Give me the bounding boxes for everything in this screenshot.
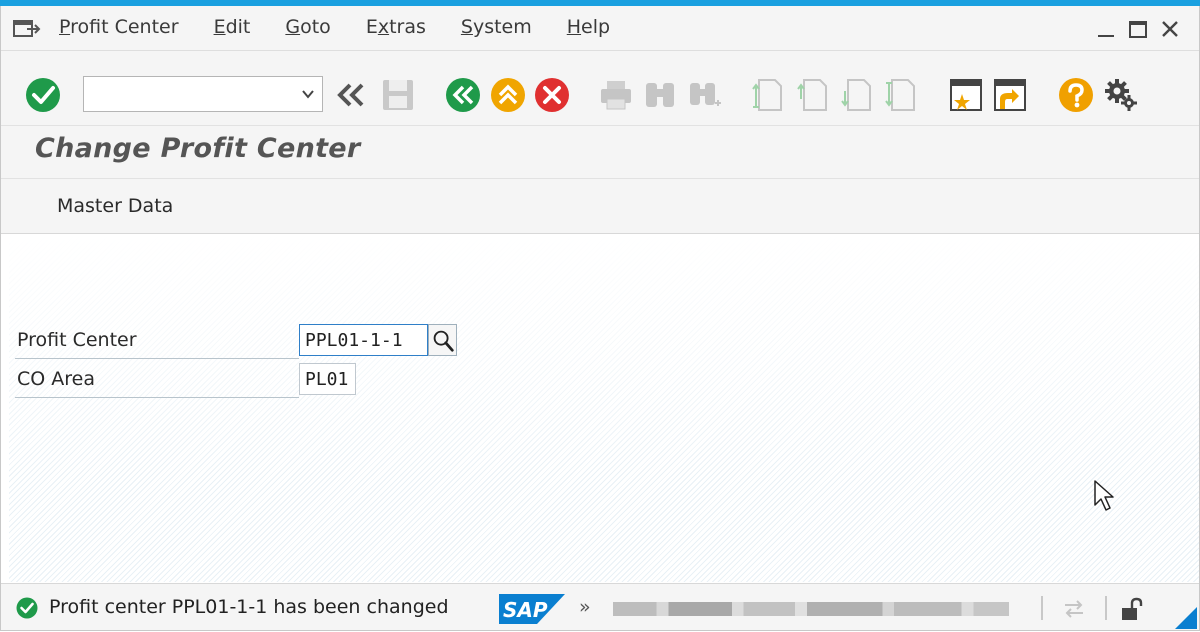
chevron-down-icon[interactable] xyxy=(300,86,316,102)
status-bar: Profit center PPL01-1-1 has been changed… xyxy=(1,583,1199,631)
menu-extras[interactable]: Extras xyxy=(366,16,426,38)
minimize-icon[interactable] xyxy=(1095,18,1117,40)
enter-check-icon[interactable] xyxy=(25,77,61,113)
menu-items: Profit Center Edit Goto Extras System He… xyxy=(59,16,645,38)
last-page-icon xyxy=(885,79,915,111)
menu-profit-center[interactable]: Profit Center xyxy=(59,16,179,38)
maximize-icon[interactable] xyxy=(1127,18,1149,40)
co-area-row: CO Area xyxy=(15,363,299,398)
menu-bar: Profit Center Edit Goto Extras System He… xyxy=(1,6,1199,51)
close-icon[interactable] xyxy=(1159,18,1181,40)
co-area-input[interactable] xyxy=(299,363,356,395)
content-area: Profit Center CO Area xyxy=(9,234,1199,582)
content-background-fade xyxy=(9,234,1199,582)
menu-help[interactable]: Help xyxy=(567,16,610,38)
menu-edit[interactable]: Edit xyxy=(214,16,251,38)
master-data-button[interactable]: Master Data xyxy=(57,195,173,217)
first-page-icon xyxy=(752,79,782,111)
menu-goto[interactable]: Goto xyxy=(285,16,330,38)
resize-corner-icon[interactable] xyxy=(1173,605,1199,631)
command-field[interactable] xyxy=(83,76,323,112)
title-bar: Change Profit Center xyxy=(1,126,1199,179)
profit-center-label: Profit Center xyxy=(17,329,137,351)
standard-toolbar xyxy=(1,51,1199,126)
svg-text:SAP: SAP xyxy=(503,598,548,622)
profit-center-input[interactable] xyxy=(299,324,428,356)
co-area-label: CO Area xyxy=(17,368,95,390)
gear-icon[interactable] xyxy=(1103,77,1139,113)
next-page-icon xyxy=(841,79,871,111)
sap-logo: SAP xyxy=(499,594,565,624)
success-check-icon xyxy=(16,597,38,619)
mouse-pointer-icon xyxy=(1094,480,1114,511)
menu-exit-icon[interactable] xyxy=(13,18,41,40)
shortcut-icon[interactable] xyxy=(992,77,1028,113)
status-separator xyxy=(1041,596,1043,620)
help-icon[interactable] xyxy=(1058,77,1094,113)
sap-gui-window: Profit Center Edit Goto Extras System He… xyxy=(0,6,1200,631)
system-info-redacted xyxy=(613,602,1009,616)
double-chevron-left-icon[interactable] xyxy=(333,77,369,113)
unlock-icon[interactable] xyxy=(1119,596,1145,622)
find-icon xyxy=(646,83,674,107)
print-icon xyxy=(601,81,631,110)
back-icon[interactable] xyxy=(445,77,481,113)
previous-page-icon xyxy=(797,79,827,111)
status-message[interactable]: Profit center PPL01-1-1 has been changed xyxy=(49,596,449,618)
menu-system[interactable]: System xyxy=(461,16,532,38)
status-expand-chevron[interactable]: » xyxy=(579,596,591,618)
transfer-arrows-icon xyxy=(1065,600,1083,618)
exit-icon[interactable] xyxy=(490,77,526,113)
cancel-icon[interactable] xyxy=(534,77,570,113)
profit-center-row: Profit Center xyxy=(15,324,299,359)
page-title: Change Profit Center xyxy=(35,133,361,164)
command-field-input[interactable] xyxy=(88,77,292,111)
application-toolbar: Master Data xyxy=(1,179,1199,234)
create-session-icon[interactable] xyxy=(948,77,984,113)
find-next-icon xyxy=(690,83,721,106)
status-separator xyxy=(1105,596,1107,620)
search-help-icon[interactable] xyxy=(428,324,457,356)
save-icon xyxy=(383,80,413,110)
